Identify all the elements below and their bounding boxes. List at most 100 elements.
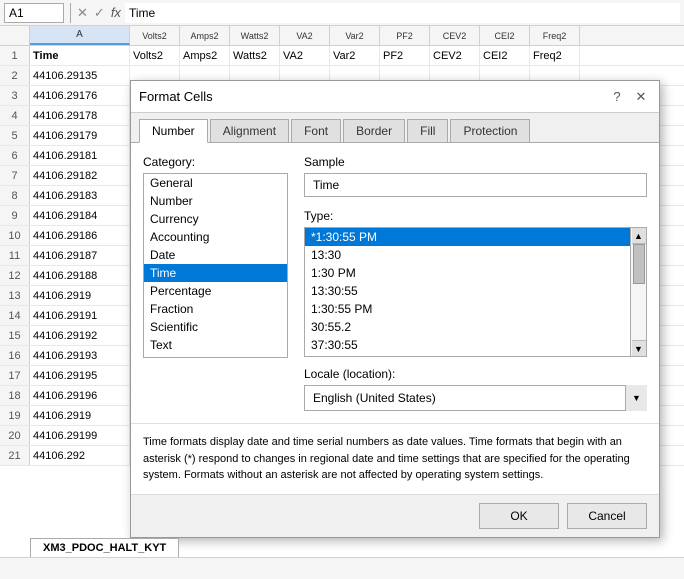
row-number: 5 — [0, 126, 30, 145]
category-item-time[interactable]: Time — [144, 264, 287, 282]
category-item-scientific[interactable]: Scientific — [144, 318, 287, 336]
type-list[interactable]: *1:30:55 PM13:301:30 PM13:30:551:30:55 P… — [304, 227, 631, 357]
locale-label: Locale (location): — [304, 367, 647, 381]
sheet-tab-active[interactable]: XM3_PDOC_HALT_KYT — [30, 538, 179, 557]
confirm-icon[interactable]: ✓ — [94, 5, 105, 21]
category-item-text[interactable]: Text — [144, 336, 287, 354]
row-number: 6 — [0, 146, 30, 165]
cell[interactable]: 44106.29195 — [30, 366, 130, 385]
row-number: 10 — [0, 226, 30, 245]
dialog-controls: ? ✕ — [607, 87, 651, 107]
tab-font[interactable]: Font — [291, 119, 341, 142]
category-item-currency[interactable]: Currency — [144, 210, 287, 228]
cell[interactable]: 44106.29186 — [30, 226, 130, 245]
cell-reference-box[interactable]: A1 — [4, 3, 64, 23]
cancel-icon[interactable]: ✕ — [77, 5, 88, 21]
col-header-c[interactable]: Amps2 — [180, 26, 230, 45]
ok-button[interactable]: OK — [479, 503, 559, 529]
scroll-thumb[interactable] — [633, 244, 645, 284]
type-item-t2[interactable]: 13:30 — [305, 246, 630, 264]
col-header-f[interactable]: Var2 — [330, 26, 380, 45]
scroll-down-arrow[interactable]: ▼ — [632, 340, 646, 356]
category-item-number[interactable]: Number — [144, 192, 287, 210]
type-item-t6[interactable]: 30:55.2 — [305, 318, 630, 336]
tab-border[interactable]: Border — [343, 119, 405, 142]
column-headers: A Volts2 Amps2 Watts2 VA2 Var2 PF2 CEV2 … — [0, 26, 684, 46]
col-header-e[interactable]: VA2 — [280, 26, 330, 45]
type-item-t5[interactable]: 1:30:55 PM — [305, 300, 630, 318]
cell[interactable]: 44106.29199 — [30, 426, 130, 445]
cell[interactable]: 44106.29135 — [30, 66, 130, 85]
dialog-help-button[interactable]: ? — [607, 87, 627, 107]
category-list[interactable]: GeneralNumberCurrencyAccountingDateTimeP… — [143, 173, 288, 358]
category-item-percentage[interactable]: Percentage — [144, 282, 287, 300]
description-text: Time formats display date and time seria… — [143, 436, 630, 481]
category-section: Category: GeneralNumberCurrencyAccountin… — [143, 155, 647, 411]
cell[interactable]: 44106.29182 — [30, 166, 130, 185]
dialog-main-content: Category: GeneralNumberCurrencyAccountin… — [131, 143, 659, 423]
dialog-close-button[interactable]: ✕ — [631, 87, 651, 107]
description-section: Time formats display date and time seria… — [131, 423, 659, 494]
cell[interactable]: 44106.29192 — [30, 326, 130, 345]
cell[interactable]: 44106.29196 — [30, 386, 130, 405]
row-number: 18 — [0, 386, 30, 405]
tab-number[interactable]: Number — [139, 119, 208, 143]
col-header-j[interactable]: Freq2 — [530, 26, 580, 45]
type-item-t4[interactable]: 13:30:55 — [305, 282, 630, 300]
cell[interactable]: Amps2 — [180, 46, 230, 65]
cell[interactable]: Time — [30, 46, 130, 65]
cell[interactable]: 44106.2919 — [30, 286, 130, 305]
cell[interactable]: Freq2 — [530, 46, 580, 65]
col-header-i[interactable]: CEI2 — [480, 26, 530, 45]
category-item-special[interactable]: Special — [144, 354, 287, 358]
category-item-fraction[interactable]: Fraction — [144, 300, 287, 318]
type-item-t7[interactable]: 37:30:55 — [305, 336, 630, 354]
locale-select[interactable]: English (United States) — [304, 385, 647, 411]
row-number: 2 — [0, 66, 30, 85]
col-header-d[interactable]: Watts2 — [230, 26, 280, 45]
tab-fill[interactable]: Fill — [407, 119, 448, 142]
type-item-t1[interactable]: *1:30:55 PM — [305, 228, 630, 246]
cell[interactable]: CEV2 — [430, 46, 480, 65]
dialog-title: Format Cells — [139, 89, 213, 104]
type-label: Type: — [304, 209, 647, 223]
category-item-accounting[interactable]: Accounting — [144, 228, 287, 246]
cell[interactable]: 44106.29184 — [30, 206, 130, 225]
cell[interactable]: 44106.29179 — [30, 126, 130, 145]
cell[interactable]: 44106.292 — [30, 446, 130, 465]
cell[interactable]: 44106.29193 — [30, 346, 130, 365]
col-header-h[interactable]: CEV2 — [430, 26, 480, 45]
cell[interactable]: 44106.29187 — [30, 246, 130, 265]
cell[interactable]: 44106.29188 — [30, 266, 130, 285]
tab-protection[interactable]: Protection — [450, 119, 530, 142]
scroll-up-arrow[interactable]: ▲ — [632, 228, 646, 244]
sample-section: Sample Time — [304, 155, 647, 197]
cell[interactable]: Volts2 — [130, 46, 180, 65]
cell[interactable]: 44106.29176 — [30, 86, 130, 105]
right-panel: Sample Time Type: *1:30:55 PM13:301:30 P… — [304, 155, 647, 411]
row-number: 21 — [0, 446, 30, 465]
cell[interactable]: 44106.29183 — [30, 186, 130, 205]
cell[interactable]: 44106.2919 — [30, 406, 130, 425]
dialog-tabs: NumberAlignmentFontBorderFillProtection — [131, 113, 659, 143]
col-header-a[interactable]: A — [30, 26, 130, 45]
row-number: 7 — [0, 166, 30, 185]
type-scrollbar[interactable]: ▲ ▼ — [631, 227, 647, 357]
cell[interactable]: CEI2 — [480, 46, 530, 65]
category-item-general[interactable]: General — [144, 174, 287, 192]
cell[interactable]: VA2 — [280, 46, 330, 65]
row-num-header-corner — [0, 26, 30, 45]
cancel-button[interactable]: Cancel — [567, 503, 647, 529]
cell[interactable]: 44106.29191 — [30, 306, 130, 325]
formula-input[interactable] — [125, 3, 680, 23]
cell[interactable]: PF2 — [380, 46, 430, 65]
col-header-b[interactable]: Volts2 — [130, 26, 180, 45]
type-item-t3[interactable]: 1:30 PM — [305, 264, 630, 282]
category-item-date[interactable]: Date — [144, 246, 287, 264]
tab-alignment[interactable]: Alignment — [210, 119, 289, 142]
cell[interactable]: 44106.29178 — [30, 106, 130, 125]
cell[interactable]: 44106.29181 — [30, 146, 130, 165]
cell[interactable]: Watts2 — [230, 46, 280, 65]
col-header-g[interactable]: PF2 — [380, 26, 430, 45]
cell[interactable]: Var2 — [330, 46, 380, 65]
